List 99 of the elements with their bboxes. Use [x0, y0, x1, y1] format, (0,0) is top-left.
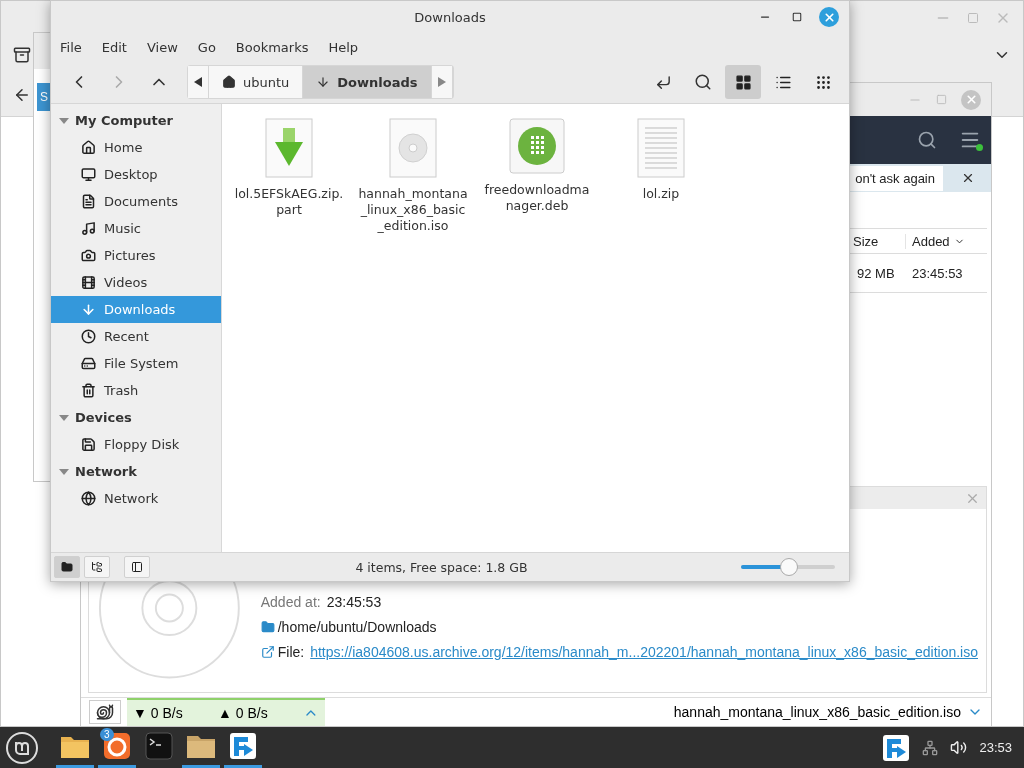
clock[interactable]: 23:53 [979, 740, 1012, 755]
home-icon [222, 75, 236, 89]
document-icon [81, 194, 96, 209]
triangle-left-icon [194, 77, 202, 87]
menu-item[interactable]: Bookmarks [235, 39, 309, 55]
disc-image-file-icon [389, 118, 437, 178]
terminal-icon [145, 732, 173, 760]
added-label: Added at: [260, 593, 321, 610]
expander-icon[interactable] [59, 468, 69, 475]
folder-icon [186, 733, 216, 759]
count-badge: 3 [100, 728, 114, 741]
panel-button[interactable] [124, 556, 150, 578]
triangle-right-icon [437, 77, 446, 87]
package-file-icon [509, 118, 565, 174]
globe-icon [81, 491, 96, 506]
menu-item[interactable]: Go [197, 39, 216, 55]
section-title: Network [75, 464, 137, 479]
table-cell-text: 23:45:53 [911, 265, 964, 281]
table-cell-text: 92 MB [856, 265, 896, 281]
downloader-icon [882, 733, 911, 762]
floppy-icon [81, 437, 96, 452]
back-icon[interactable] [13, 86, 31, 104]
downloader-icon [229, 732, 257, 760]
status-dot [976, 144, 983, 151]
file-name[interactable]: lol.5EFSkAEG.zip.part [234, 186, 344, 218]
column-header[interactable]: Size [847, 233, 905, 249]
link-icon [260, 644, 275, 659]
sidebar-item[interactable]: Floppy Disk [51, 431, 221, 458]
window-title: Downloads [414, 9, 486, 25]
sidebar-item[interactable]: Trash [51, 377, 221, 404]
home-icon [81, 140, 96, 155]
folder-button[interactable] [54, 556, 80, 578]
file-link[interactable]: https://ia804608.us.archive.org/12/items/hannah_m...202201/hannah_montana_linux_x86_basic_edition.iso [310, 643, 978, 660]
section-title: Devices [75, 410, 132, 425]
sidebar-item[interactable]: Videos [51, 269, 221, 296]
upload-speed: ▲ 0 B/s [218, 705, 269, 721]
sidebar-item[interactable]: Documents [51, 188, 221, 215]
browser-icon [103, 732, 131, 760]
panel-icon [131, 561, 143, 573]
search-icon[interactable] [917, 130, 937, 150]
snail-icon [96, 703, 114, 721]
file-name[interactable]: lol.zip [606, 186, 716, 202]
section-title: My Computer [75, 113, 173, 128]
status-text: 4 items, Free space: 1.8 GB [354, 559, 529, 575]
download-speed: ▼ 0 B/s [133, 705, 184, 721]
file-name[interactable]: freedownloadmanager.deb [482, 182, 592, 214]
menu-item[interactable]: Help [328, 39, 359, 55]
menu-item[interactable]: File [60, 39, 82, 55]
menu-item[interactable]: View [146, 39, 178, 55]
sidebar-item[interactable]: File System [51, 350, 221, 377]
sidebar-item[interactable]: Home [51, 134, 221, 161]
search-icon [694, 73, 712, 91]
expander-icon[interactable] [59, 414, 69, 421]
close-icon[interactable] [961, 171, 975, 185]
sidebar-item[interactable]: Recent [51, 323, 221, 350]
file-name[interactable]: hannah_montana_linux_x86_basic_edition.iso [358, 186, 468, 234]
text-file-icon [637, 118, 685, 178]
film-icon [81, 275, 96, 290]
music-icon [81, 221, 96, 236]
expander-icon[interactable] [59, 117, 69, 124]
volume-icon[interactable] [950, 739, 968, 756]
close-button[interactable] [819, 7, 839, 27]
network-icon[interactable] [922, 739, 939, 756]
start-menu-button[interactable] [6, 731, 38, 764]
sidebar-item[interactable]: Desktop [51, 161, 221, 188]
clock-icon [81, 329, 96, 344]
compact-view-icon [814, 73, 832, 91]
close-icon [822, 10, 836, 24]
grid-view-button[interactable] [725, 65, 761, 99]
tree-icon [91, 561, 103, 573]
trash-icon [81, 383, 96, 398]
menu-item[interactable]: Edit [101, 39, 127, 55]
file-name: hannah_montana_linux_x86_basic_edition.iso [673, 704, 961, 720]
tree-button[interactable] [84, 556, 110, 578]
column-header[interactable]: Added [905, 233, 987, 249]
scroll-left-button[interactable] [188, 66, 209, 98]
download-icon [81, 302, 96, 317]
sidebar-item[interactable]: Pictures [51, 242, 221, 269]
folder-path[interactable]: /home/ubuntu/Downloads [277, 618, 437, 635]
camera-icon [81, 248, 96, 263]
sidebar-item[interactable]: Music [51, 215, 221, 242]
download-file-icon [265, 118, 313, 178]
path-button[interactable]: Downloads [303, 66, 432, 98]
logo-icon [14, 740, 30, 755]
maximize-icon [792, 12, 802, 22]
drive-icon [81, 356, 96, 371]
folder-icon [61, 561, 73, 573]
file-label: File: [277, 643, 305, 660]
added-time: 23:45:53 [326, 593, 382, 610]
slider-thumb[interactable] [780, 558, 798, 576]
monitor-icon [81, 167, 96, 182]
speed-mode-button[interactable] [89, 700, 121, 724]
return-arrow-icon [654, 73, 672, 91]
folder-icon [260, 619, 275, 634]
grid-view-icon [734, 73, 752, 91]
close-icon [964, 93, 978, 106]
archive-icon[interactable] [13, 46, 31, 64]
sidebar-item[interactable]: Network [51, 485, 221, 512]
dont-ask-button[interactable]: on't ask again [847, 165, 943, 191]
